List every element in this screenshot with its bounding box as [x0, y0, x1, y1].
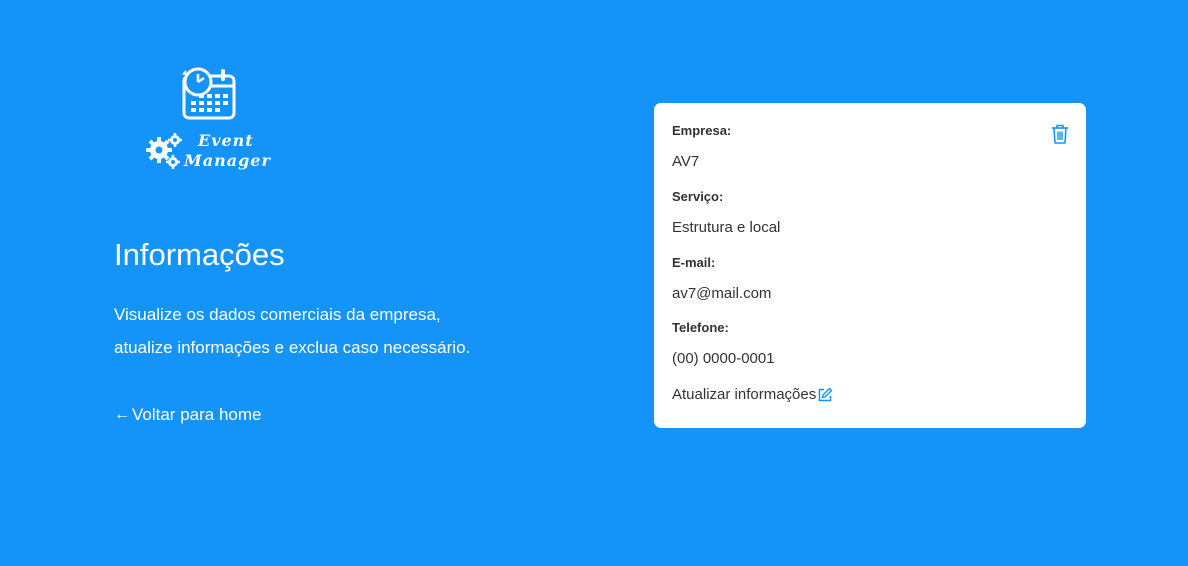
arrow-left-icon: ←: [114, 406, 130, 423]
company-label: Empresa:: [672, 123, 732, 138]
update-info-label: Atualizar informações: [672, 386, 817, 403]
logo: Event Manager: [144, 66, 270, 178]
email-label: E-mail:: [672, 255, 716, 270]
service-label: Serviço:: [672, 189, 724, 204]
back-to-home-link[interactable]: ← Voltar para home: [114, 403, 261, 427]
page-description: Visualize os dados comerciais da empresa…: [114, 305, 471, 357]
gears-icon: [146, 133, 182, 169]
company-value: AV7: [672, 153, 700, 170]
trash-icon: [1052, 124, 1068, 144]
company-info-card: Empresa: AV7 Serviço: Estrutura e local …: [654, 103, 1086, 428]
update-info-button[interactable]: Atualizar informações: [672, 385, 833, 405]
logo-text-line2: Manager: [184, 151, 271, 170]
logo-text: Event Manager: [184, 131, 271, 171]
back-to-home-label: Voltar para home: [132, 405, 262, 424]
logo-text-line1: Event: [198, 131, 254, 150]
delete-button[interactable]: [1050, 123, 1070, 145]
page-title: Informações: [114, 237, 285, 272]
phone-label: Telefone:: [672, 320, 729, 335]
phone-value: (00) 0000-0001: [672, 350, 775, 367]
email-value: av7@mail.com: [672, 285, 772, 302]
edit-icon: [818, 387, 833, 402]
service-value: Estrutura e local: [672, 219, 781, 236]
